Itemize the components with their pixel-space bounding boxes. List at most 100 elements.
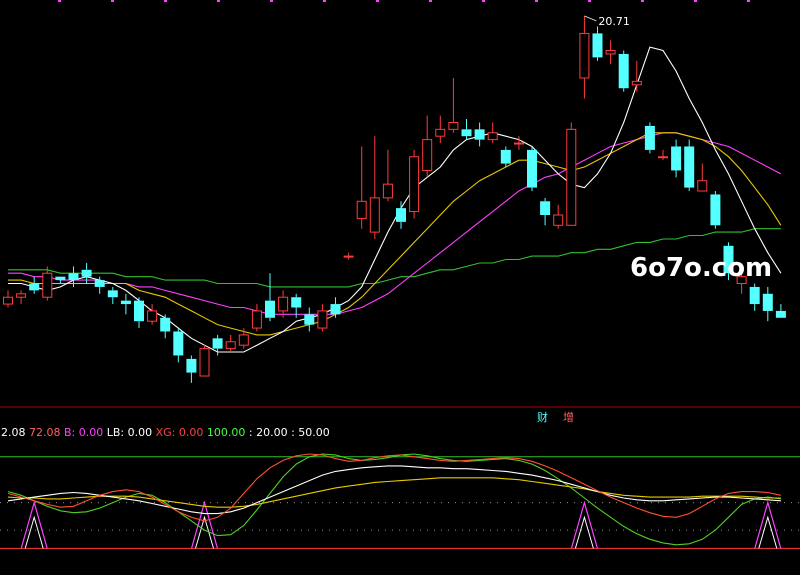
candle-body	[238, 334, 249, 346]
candle	[684, 139, 695, 192]
candle-body	[186, 358, 197, 373]
tag-zeng[interactable]: 增	[563, 410, 574, 424]
candle-body	[396, 208, 406, 222]
candle-body	[29, 283, 40, 291]
candle-body	[605, 50, 616, 55]
candle	[540, 197, 551, 226]
candle-body	[553, 214, 564, 226]
top-tick	[747, 0, 750, 2]
candle	[461, 119, 472, 140]
candle-body	[212, 338, 223, 349]
candle-body	[658, 156, 668, 159]
candle	[474, 122, 485, 147]
candle	[422, 115, 433, 178]
signal-triangle	[570, 500, 598, 549]
candle	[134, 297, 144, 329]
candle-body	[749, 286, 760, 305]
candle	[147, 304, 158, 325]
candle	[120, 293, 131, 315]
candle-body	[251, 310, 262, 329]
candle-body	[566, 128, 577, 226]
watermark: 6o7o.com	[630, 253, 772, 283]
top-tick	[588, 0, 591, 2]
readout-item: B: 0.00	[61, 426, 104, 439]
readout-item: LB: 0.00	[103, 426, 152, 439]
candle-body	[474, 129, 485, 140]
candle	[369, 136, 380, 239]
signal-triangle	[754, 500, 782, 549]
tag-cai[interactable]: 财	[537, 410, 548, 424]
candle-body	[120, 300, 131, 305]
readout-item: XG: 0.00	[152, 426, 203, 439]
candle-body	[278, 296, 289, 312]
candle-body	[160, 317, 171, 332]
candle	[251, 304, 262, 332]
top-tick	[535, 0, 538, 2]
candle	[435, 115, 446, 144]
candle-body	[487, 132, 498, 141]
candle	[762, 286, 773, 322]
candle	[186, 355, 197, 383]
top-tick	[323, 0, 326, 2]
signal-triangle	[20, 500, 48, 549]
ma10-line	[8, 132, 782, 336]
top-tick	[164, 0, 167, 2]
candle-body	[317, 310, 328, 329]
max-price-pointer	[584, 15, 597, 22]
candle-body	[448, 121, 459, 130]
signal-triangle-inner	[574, 515, 594, 549]
candle-body	[762, 293, 773, 311]
signal-triangle	[190, 500, 219, 549]
candle-body	[225, 341, 236, 350]
candle-body	[199, 348, 210, 377]
candle-body	[435, 128, 446, 137]
candle	[579, 15, 590, 99]
top-tick	[429, 0, 432, 2]
candle	[29, 276, 40, 294]
candle-body	[330, 304, 341, 315]
candle-body	[697, 180, 708, 192]
readout-item: 100.00	[203, 426, 245, 439]
candle	[658, 149, 668, 161]
price-panel: 20.71	[3, 0, 786, 383]
candle	[396, 201, 406, 229]
candle	[225, 334, 236, 353]
indicator-readout: 2.08 72.08 B: 0.00 LB: 0.00 XG: 0.00 100…	[1, 426, 330, 439]
candle	[304, 307, 315, 332]
candle	[487, 122, 498, 144]
candle-body	[16, 293, 27, 298]
candle-body	[356, 200, 367, 219]
readout-item: 72.08	[26, 426, 61, 439]
readout-item: 2.08	[1, 426, 26, 439]
candle	[553, 204, 564, 229]
candle	[3, 290, 13, 308]
top-tick	[58, 0, 61, 2]
orange-indicator-line	[7, 453, 782, 522]
candle-body	[775, 310, 786, 318]
top-tick	[217, 0, 220, 2]
candle-body	[671, 146, 682, 171]
top-tick	[482, 0, 485, 2]
candle	[356, 146, 367, 229]
ma5-line	[8, 46, 782, 353]
candle	[566, 122, 577, 226]
top-tick	[694, 0, 697, 2]
candle-body	[684, 146, 695, 188]
candle	[16, 290, 27, 305]
ma20-line	[8, 132, 782, 315]
candle-body	[304, 314, 315, 325]
top-tick	[270, 0, 273, 2]
candle	[749, 283, 760, 311]
candle	[107, 286, 118, 305]
candle-body	[107, 290, 118, 298]
candle	[42, 266, 53, 301]
candle-body	[68, 273, 79, 281]
candle	[343, 252, 354, 260]
candle	[605, 40, 616, 65]
candle-body	[369, 197, 380, 233]
yellow-indicator-line	[7, 477, 781, 508]
candle	[160, 314, 171, 339]
candle	[710, 191, 721, 229]
candle	[409, 149, 420, 219]
green-indicator-line	[7, 453, 781, 546]
